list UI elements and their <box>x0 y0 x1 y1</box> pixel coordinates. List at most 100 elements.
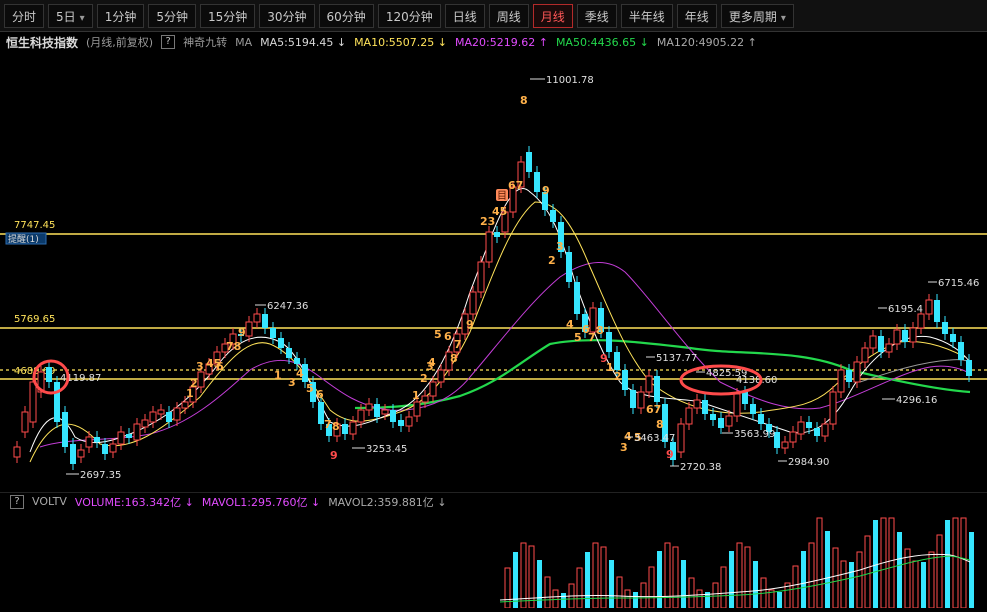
volume-bar[interactable] <box>576 567 583 609</box>
volume-bar[interactable] <box>808 542 815 609</box>
volume-bar[interactable] <box>720 566 727 609</box>
volume-bar[interactable] <box>921 562 926 608</box>
candle-body[interactable] <box>126 434 132 438</box>
volume-bar[interactable] <box>912 560 919 609</box>
candle-body[interactable] <box>390 410 396 422</box>
volume-bar[interactable] <box>753 561 758 608</box>
candle-body[interactable] <box>62 412 68 447</box>
candle-body[interactable] <box>278 338 284 348</box>
volume-bar[interactable] <box>616 576 623 609</box>
candle-body[interactable] <box>606 332 612 352</box>
tab-period-6[interactable]: 60分钟 <box>318 3 374 28</box>
candle-body[interactable] <box>702 400 708 414</box>
candle-body[interactable] <box>342 424 348 434</box>
volume-bar[interactable] <box>729 551 734 608</box>
volume-bar[interactable] <box>936 534 943 609</box>
volume-bar[interactable] <box>712 582 719 609</box>
candle-body[interactable] <box>861 347 869 363</box>
candle-body[interactable] <box>374 404 380 417</box>
candle-body[interactable] <box>413 401 421 417</box>
volume-bar[interactable] <box>960 517 967 609</box>
volume-bar[interactable] <box>672 546 679 609</box>
volume-bar[interactable] <box>897 532 902 608</box>
candle-body[interactable] <box>270 328 276 338</box>
tab-period-5[interactable]: 30分钟 <box>259 3 315 28</box>
volume-bar[interactable] <box>744 546 751 609</box>
volume-bar[interactable] <box>544 576 551 609</box>
volume-bar[interactable] <box>777 592 782 608</box>
tab-period-7[interactable]: 120分钟 <box>377 3 441 28</box>
candle-body[interactable] <box>645 375 653 393</box>
tab-period-10[interactable]: 月线 <box>532 3 573 28</box>
candle-body[interactable] <box>46 367 52 382</box>
candle-body[interactable] <box>405 416 413 427</box>
candle-body[interactable] <box>550 210 556 222</box>
candle-body[interactable] <box>878 336 884 352</box>
volume-help-icon[interactable]: ? <box>10 494 24 509</box>
volume-bar[interactable] <box>664 542 671 609</box>
candle-body[interactable] <box>534 172 540 192</box>
candle-body[interactable] <box>966 360 972 376</box>
candle-body[interactable] <box>469 291 477 315</box>
candlesticks[interactable] <box>13 146 972 470</box>
candle-body[interactable] <box>566 252 572 282</box>
volume-bar[interactable] <box>561 593 566 608</box>
candle-body[interactable] <box>133 423 141 441</box>
candle-body[interactable] <box>477 261 485 293</box>
candle-body[interactable] <box>750 404 756 414</box>
volume-bar[interactable] <box>633 592 638 608</box>
candle-body[interactable] <box>485 231 493 263</box>
candle-body[interactable] <box>166 412 172 422</box>
candle-body[interactable] <box>958 342 964 360</box>
candle-body[interactable] <box>917 313 925 329</box>
volume-bar[interactable] <box>840 560 847 609</box>
volume-bar[interactable] <box>585 552 590 608</box>
volume-bar[interactable] <box>864 535 871 609</box>
volume-bar[interactable] <box>849 562 854 608</box>
candle-body[interactable] <box>869 335 877 349</box>
candle-body[interactable] <box>365 403 373 411</box>
candle-body[interactable] <box>814 428 820 436</box>
candle-body[interactable] <box>13 446 21 458</box>
candle-body[interactable] <box>286 348 292 358</box>
volume-bar[interactable] <box>969 532 974 608</box>
candle-body[interactable] <box>173 407 181 421</box>
candle-body[interactable] <box>693 399 701 409</box>
volume-bars[interactable] <box>504 517 974 609</box>
tab-period-2[interactable]: 1分钟 <box>96 3 145 28</box>
candle-body[interactable] <box>742 392 748 404</box>
volume-bar[interactable] <box>657 551 662 608</box>
candle-body[interactable] <box>797 421 805 435</box>
candle-body[interactable] <box>494 232 500 237</box>
volume-chart[interactable] <box>0 510 987 609</box>
candle-body[interactable] <box>94 437 100 442</box>
candle-body[interactable] <box>718 418 724 428</box>
candle-body[interactable] <box>429 381 437 397</box>
candle-body[interactable] <box>29 381 37 423</box>
candle-body[interactable] <box>245 321 253 337</box>
candle-body[interactable] <box>950 334 956 342</box>
candle-body[interactable] <box>846 370 852 382</box>
candle-body[interactable] <box>149 411 157 423</box>
candle-body[interactable] <box>853 361 861 383</box>
volume-bar[interactable] <box>681 560 686 608</box>
candle-body[interactable] <box>437 369 445 383</box>
candle-body[interactable] <box>893 329 901 345</box>
candle-body[interactable] <box>614 352 620 370</box>
indicator-name[interactable]: 神奇九转 <box>183 34 227 50</box>
candle-body[interactable] <box>710 414 716 420</box>
tab-period-12[interactable]: 半年线 <box>620 3 673 28</box>
candle-body[interactable] <box>398 420 404 426</box>
volume-bar[interactable] <box>609 560 614 608</box>
volume-bar[interactable] <box>856 551 863 609</box>
candle-body[interactable] <box>574 282 580 314</box>
tab-period-13[interactable]: 年线 <box>676 3 717 28</box>
candle-body[interactable] <box>630 390 636 408</box>
tab-period-3[interactable]: 5分钟 <box>148 3 196 28</box>
volume-bar[interactable] <box>888 517 895 609</box>
candle-body[interactable] <box>806 422 812 428</box>
candle-body[interactable] <box>54 382 60 422</box>
volume-bar[interactable] <box>873 520 878 608</box>
volume-bar[interactable] <box>600 546 607 609</box>
candle-body[interactable] <box>829 391 837 425</box>
